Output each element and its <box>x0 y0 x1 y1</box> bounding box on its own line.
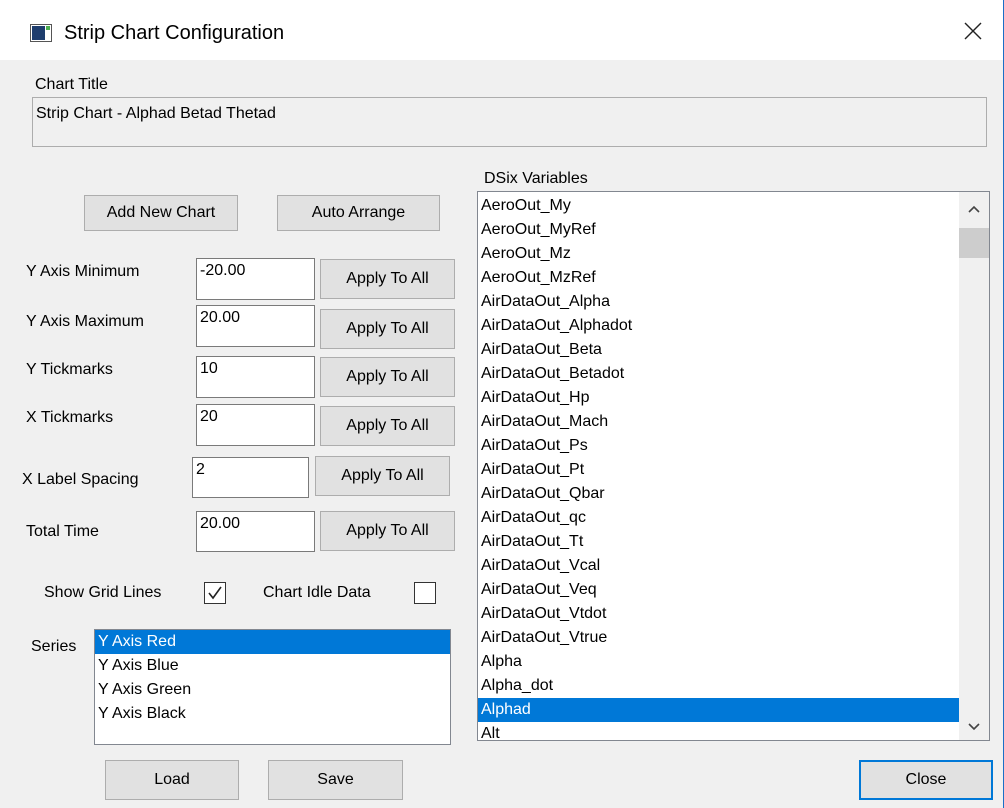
close-icon[interactable] <box>956 14 990 48</box>
variables-scrollbar[interactable] <box>959 192 989 740</box>
variable-list-item[interactable]: AeroOut_MzRef <box>478 266 959 290</box>
scroll-thumb[interactable] <box>959 228 989 258</box>
auto-arrange-button[interactable]: Auto Arrange <box>277 195 440 231</box>
checkmark-icon <box>208 586 222 600</box>
apply-y-min-button[interactable]: Apply To All <box>320 259 455 299</box>
apply-x-label-spacing-button[interactable]: Apply To All <box>315 456 450 496</box>
y-axis-max-input[interactable]: 20.00 <box>196 305 315 347</box>
variable-list-item[interactable]: Alpha <box>478 650 959 674</box>
series-label: Series <box>31 638 77 655</box>
variable-list-item[interactable]: Alpha_dot <box>478 674 959 698</box>
variable-list-item[interactable]: AirDataOut_Vtrue <box>478 626 959 650</box>
apply-y-tickmarks-button[interactable]: Apply To All <box>320 357 455 397</box>
dsix-variables-label: DSix Variables <box>484 170 588 187</box>
variables-items: AeroOut_My AeroOut_MyRef AeroOut_Mz AeroOut… <box>478 194 959 740</box>
dsix-variables-listbox[interactable]: AeroOut_My AeroOut_MyRef AeroOut_Mz AeroOut… <box>477 191 990 741</box>
variable-list-item[interactable]: Alt <box>478 722 959 740</box>
variable-list-item[interactable]: AeroOut_Mz <box>478 242 959 266</box>
chart-idle-data-checkbox[interactable] <box>414 582 436 604</box>
variable-list-item[interactable]: AirDataOut_Mach <box>478 410 959 434</box>
total-time-label: Total Time <box>26 523 99 540</box>
variable-list-item[interactable]: AirDataOut_Veq <box>478 578 959 602</box>
window-title: Strip Chart Configuration <box>64 22 285 44</box>
variable-list-item[interactable]: AeroOut_My <box>478 194 959 218</box>
y-axis-max-label: Y Axis Maximum <box>26 313 144 330</box>
variable-list-item[interactable]: AirDataOut_Alphadot <box>478 314 959 338</box>
save-button[interactable]: Save <box>268 760 403 800</box>
chart-title-label: Chart Title <box>35 76 108 93</box>
variable-list-item[interactable]: AeroOut_MyRef <box>478 218 959 242</box>
chart-idle-data-label: Chart Idle Data <box>263 584 371 601</box>
close-button[interactable]: Close <box>859 760 993 800</box>
variable-list-item[interactable]: AirDataOut_Vtdot <box>478 602 959 626</box>
series-list-item[interactable]: Y Axis Red <box>95 630 450 654</box>
x-tickmarks-label: X Tickmarks <box>26 409 114 426</box>
variable-list-item[interactable]: AirDataOut_Vcal <box>478 554 959 578</box>
series-list-item[interactable]: Y Axis Black <box>95 702 450 726</box>
chevron-up-icon[interactable] <box>959 196 989 222</box>
variable-list-item[interactable]: AirDataOut_Tt <box>478 530 959 554</box>
load-button[interactable]: Load <box>105 760 239 800</box>
x-label-spacing-input[interactable]: 2 <box>192 457 309 498</box>
add-new-chart-button[interactable]: Add New Chart <box>84 195 238 231</box>
x-tickmarks-input[interactable]: 20 <box>196 404 315 446</box>
variable-list-item[interactable]: AirDataOut_Hp <box>478 386 959 410</box>
y-axis-min-input[interactable]: -20.00 <box>196 258 315 300</box>
total-time-input[interactable]: 20.00 <box>196 511 315 552</box>
variable-list-item[interactable]: AirDataOut_Beta <box>478 338 959 362</box>
variable-list-item[interactable]: AirDataOut_Betadot <box>478 362 959 386</box>
y-tickmarks-label: Y Tickmarks <box>26 361 113 378</box>
apply-y-max-button[interactable]: Apply To All <box>320 309 455 349</box>
variable-list-item[interactable]: AirDataOut_Qbar <box>478 482 959 506</box>
title-bar[interactable]: Strip Chart Configuration <box>0 0 1003 60</box>
variable-list-item[interactable]: AirDataOut_qc <box>478 506 959 530</box>
chart-title-field[interactable]: Strip Chart - Alphad Betad Thetad <box>32 97 987 147</box>
variable-list-item[interactable]: Alphad <box>478 698 959 722</box>
series-list-item[interactable]: Y Axis Green <box>95 678 450 702</box>
strip-chart-config-dialog: Strip Chart Configuration Chart Title St… <box>0 0 1004 808</box>
apply-x-tickmarks-button[interactable]: Apply To All <box>320 406 455 446</box>
series-listbox[interactable]: Y Axis Red Y Axis Blue Y Axis Green Y Axis … <box>94 629 451 745</box>
show-grid-lines-checkbox[interactable] <box>204 582 226 604</box>
y-tickmarks-input[interactable]: 10 <box>196 356 315 398</box>
show-grid-lines-label: Show Grid Lines <box>44 584 162 601</box>
x-label-spacing-label: X Label Spacing <box>22 471 139 488</box>
variable-list-item[interactable]: AirDataOut_Pt <box>478 458 959 482</box>
variable-list-item[interactable]: AirDataOut_Ps <box>478 434 959 458</box>
window-icon <box>30 24 52 42</box>
apply-total-time-button[interactable]: Apply To All <box>320 511 455 551</box>
chevron-down-icon[interactable] <box>959 714 989 740</box>
y-axis-min-label: Y Axis Minimum <box>26 263 140 280</box>
variable-list-item[interactable]: AirDataOut_Alpha <box>478 290 959 314</box>
series-list-item[interactable]: Y Axis Blue <box>95 654 450 678</box>
